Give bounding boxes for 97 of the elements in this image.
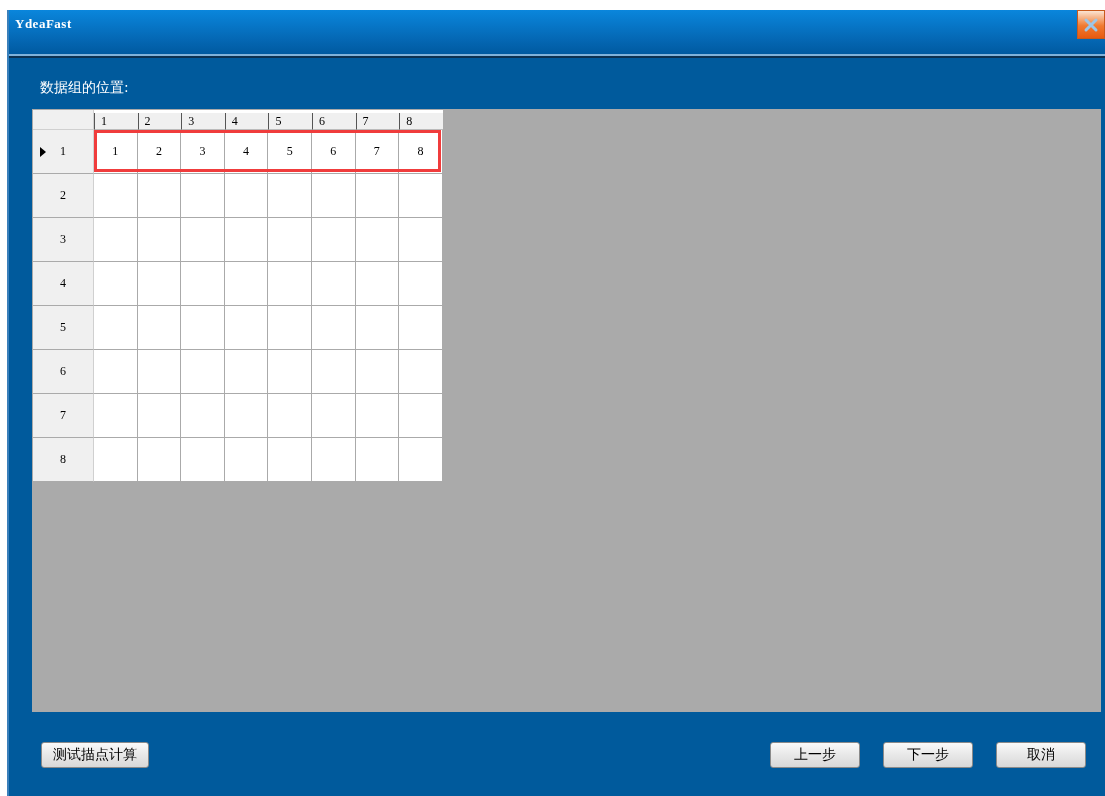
table-cell[interactable] — [137, 218, 182, 262]
close-button[interactable] — [1077, 10, 1105, 39]
column-header[interactable]: 5 — [268, 113, 312, 130]
table-cell[interactable] — [399, 438, 443, 482]
table-cell[interactable] — [94, 174, 138, 218]
table-cell[interactable] — [311, 174, 356, 218]
table-cell[interactable] — [311, 350, 356, 394]
column-header[interactable]: 7 — [355, 113, 400, 130]
row-header[interactable]: 7 — [33, 394, 94, 438]
table-cell[interactable] — [181, 218, 225, 262]
table-cell[interactable] — [268, 218, 312, 262]
table-cell[interactable] — [268, 174, 312, 218]
row-number: 4 — [60, 276, 66, 291]
table-cell[interactable] — [224, 306, 269, 350]
row-header[interactable]: 4 — [33, 262, 94, 306]
table-cell[interactable]: 4 — [224, 130, 269, 174]
table-cell[interactable] — [181, 174, 225, 218]
table-cell[interactable] — [181, 262, 225, 306]
row-number: 5 — [60, 320, 66, 335]
row-number: 7 — [60, 408, 66, 423]
table-cell[interactable] — [355, 174, 400, 218]
table-cell[interactable] — [181, 306, 225, 350]
dialog-button[interactable]: 下一步 — [883, 742, 973, 768]
table-cell[interactable]: 2 — [137, 130, 182, 174]
table-cell[interactable]: 8 — [399, 130, 443, 174]
table-cell[interactable] — [224, 174, 269, 218]
table-cell[interactable] — [181, 350, 225, 394]
table-cell[interactable] — [399, 394, 443, 438]
table-cell[interactable]: 1 — [94, 130, 138, 174]
column-header[interactable]: 3 — [181, 113, 225, 130]
column-header[interactable]: 1 — [94, 113, 138, 130]
close-icon — [1083, 16, 1099, 33]
dialog-button[interactable]: 取消 — [996, 742, 1086, 768]
table-cell[interactable]: 3 — [181, 130, 225, 174]
table-cell[interactable] — [94, 306, 138, 350]
table-cell[interactable] — [355, 306, 400, 350]
column-header[interactable]: 6 — [311, 113, 356, 130]
table-cell[interactable] — [268, 438, 312, 482]
row-header[interactable]: 2 — [33, 174, 94, 218]
row-header[interactable]: 3 — [33, 218, 94, 262]
table-cell[interactable] — [311, 306, 356, 350]
row-header[interactable]: 6 — [33, 350, 94, 394]
table-cell[interactable] — [224, 350, 269, 394]
row-header[interactable]: 8 — [33, 438, 94, 482]
table-cell[interactable] — [137, 306, 182, 350]
table-cell[interactable] — [399, 262, 443, 306]
table-cell[interactable] — [355, 218, 400, 262]
column-header[interactable]: 2 — [137, 113, 182, 130]
table-cell[interactable] — [268, 350, 312, 394]
table-cell[interactable]: 7 — [355, 130, 400, 174]
table-cell[interactable] — [137, 438, 182, 482]
table-cell[interactable] — [355, 350, 400, 394]
table-cell[interactable] — [311, 262, 356, 306]
corner-header — [33, 110, 94, 130]
table-cell[interactable] — [268, 394, 312, 438]
row-number: 3 — [60, 232, 66, 247]
table-cell[interactable] — [355, 438, 400, 482]
dialog-button[interactable]: 测试描点计算 — [41, 742, 149, 768]
section-label: 数据组的位置: — [40, 78, 129, 97]
table-cell[interactable] — [399, 218, 443, 262]
table-cell[interactable]: 6 — [311, 130, 356, 174]
window-title: YdeaFast — [15, 16, 72, 32]
dialog-button[interactable]: 上一步 — [770, 742, 860, 768]
row-number: 1 — [60, 144, 66, 159]
column-header[interactable]: 4 — [224, 113, 269, 130]
table-cell[interactable] — [181, 438, 225, 482]
table-cell[interactable] — [268, 306, 312, 350]
table-cell[interactable] — [268, 262, 312, 306]
table-cell[interactable] — [181, 394, 225, 438]
table-cell[interactable] — [399, 174, 443, 218]
table-cell[interactable] — [399, 306, 443, 350]
table-cell[interactable] — [224, 394, 269, 438]
column-header[interactable]: 8 — [399, 113, 443, 130]
row-header[interactable]: 5 — [33, 306, 94, 350]
table-cell[interactable] — [137, 174, 182, 218]
table-cell[interactable] — [311, 438, 356, 482]
row-header[interactable]: 1 — [33, 130, 94, 174]
table-cell[interactable] — [94, 262, 138, 306]
table-cell[interactable] — [94, 438, 138, 482]
table-cell[interactable] — [355, 394, 400, 438]
table-cell[interactable] — [311, 394, 356, 438]
table-cell[interactable] — [311, 218, 356, 262]
table-cell[interactable] — [399, 350, 443, 394]
table-cell[interactable] — [94, 394, 138, 438]
row-number: 2 — [60, 188, 66, 203]
row-number: 6 — [60, 364, 66, 379]
table-cell[interactable] — [94, 350, 138, 394]
table-cell[interactable] — [137, 394, 182, 438]
table-cell[interactable] — [137, 350, 182, 394]
table-cell[interactable] — [224, 438, 269, 482]
table-cell[interactable] — [355, 262, 400, 306]
table-cell[interactable] — [94, 218, 138, 262]
row-number: 8 — [60, 452, 66, 467]
table-cell[interactable] — [137, 262, 182, 306]
table-cell[interactable] — [224, 218, 269, 262]
table-cell[interactable]: 5 — [268, 130, 312, 174]
table-cell[interactable] — [224, 262, 269, 306]
